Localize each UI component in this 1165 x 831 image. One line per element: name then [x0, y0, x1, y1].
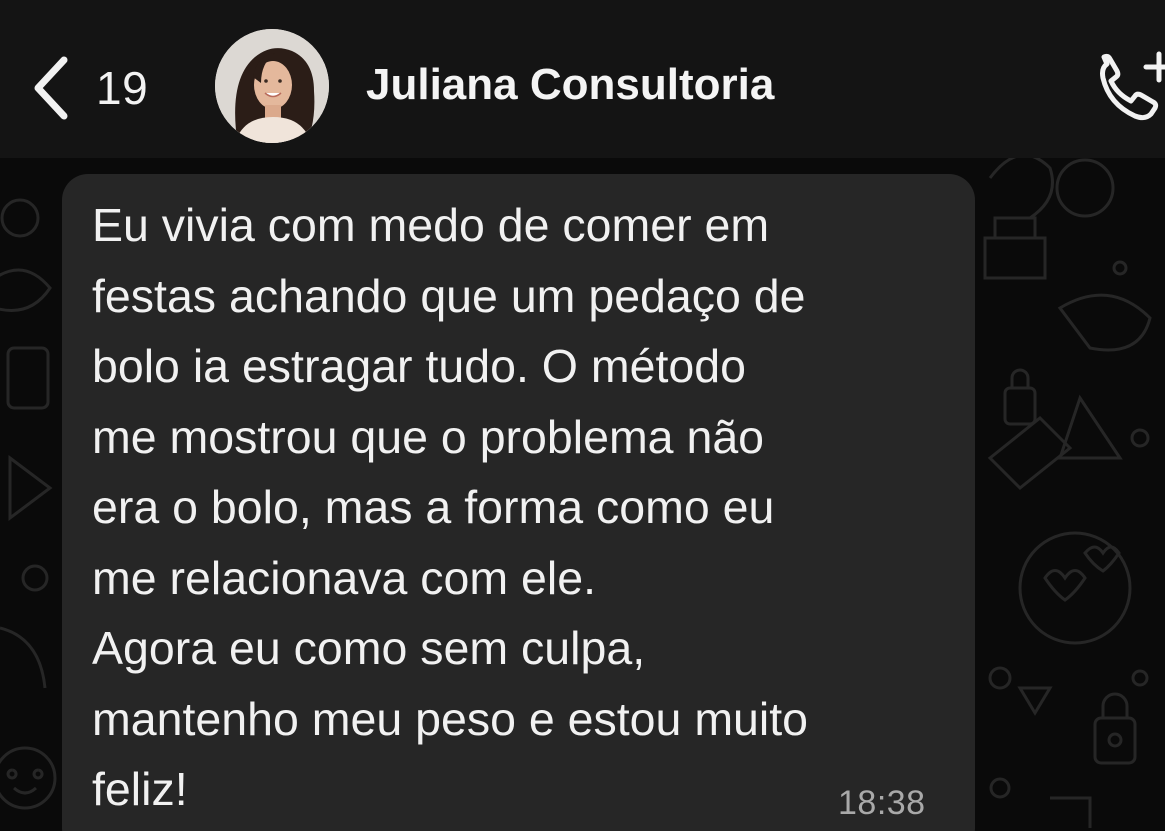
- chevron-left-icon: [30, 56, 70, 120]
- chat-header: 19 Juliana Consultoria: [0, 0, 1165, 158]
- add-call-icon: [1095, 51, 1165, 134]
- message-text: Eu vivia com medo de comer em festas ach…: [92, 199, 809, 815]
- message-bubble[interactable]: Eu vivia com medo de comer em festas ach…: [62, 174, 975, 831]
- contact-avatar[interactable]: [215, 29, 329, 143]
- add-call-button[interactable]: [1095, 50, 1165, 130]
- message-timestamp: 18:38: [838, 784, 926, 822]
- back-button[interactable]: 19: [30, 48, 180, 128]
- chat-screen: 19 Juliana Consultoria Eu vivia com medo…: [0, 0, 1165, 831]
- unread-count: 19: [96, 62, 149, 114]
- contact-name[interactable]: Juliana Consultoria: [366, 60, 774, 110]
